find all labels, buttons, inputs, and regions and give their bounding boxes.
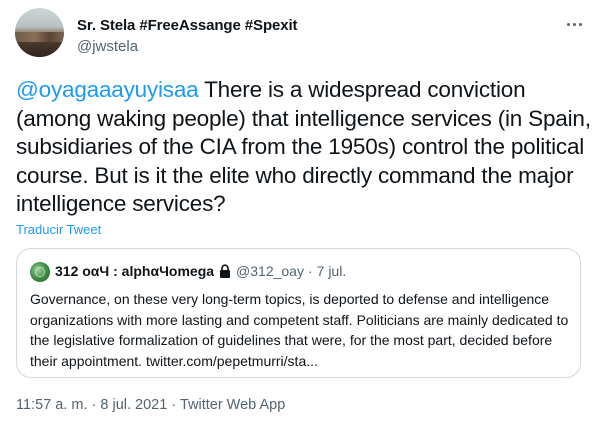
quoted-separator: ·	[307, 263, 313, 279]
author-handle[interactable]: @jwstela	[77, 38, 138, 55]
quoted-tweet-text: Governance, on these very long-term topi…	[30, 291, 569, 369]
tweet-metadata: 11:57 a. m. · 8 jul. 2021 · Twitter Web …	[16, 397, 285, 413]
tweet-time[interactable]: 11:57 a. m.	[16, 397, 87, 413]
mention-link[interactable]: @oyagaaayuyisaa	[16, 77, 199, 102]
quoted-date[interactable]: 7 jul.	[317, 263, 347, 279]
translate-tweet-link[interactable]: Traducir Tweet	[16, 222, 101, 237]
meta-separator-2: ·	[171, 397, 177, 413]
quoted-tweet-header: 312 οαЧ : alphαЧomega @312_oay · 7 jul.	[55, 263, 346, 279]
quoted-author-handle[interactable]: @312_oay	[236, 263, 304, 279]
meta-separator: ·	[91, 397, 97, 413]
author-name[interactable]: Sr. Stela #FreeAssange #Spexit	[77, 17, 298, 34]
author-avatar[interactable]	[15, 8, 64, 57]
avatar-landscape	[15, 32, 64, 42]
quoted-tweet-card[interactable]: 312 οαЧ : alphαЧomega @312_oay · 7 jul. …	[16, 248, 581, 378]
tweet-date[interactable]: 8 jul. 2021	[100, 397, 167, 413]
tweet-source[interactable]: Twitter Web App	[180, 397, 285, 413]
more-horizontal-icon[interactable]	[563, 16, 585, 32]
tweet-text: @oyagaaayuyisaa There is a widespread co…	[16, 76, 591, 219]
quoted-author-avatar[interactable]	[30, 262, 50, 282]
quoted-author-name[interactable]: 312 οαЧ : alphαЧomega	[55, 263, 214, 279]
avatar-water	[15, 42, 64, 57]
lock-icon	[220, 264, 231, 278]
